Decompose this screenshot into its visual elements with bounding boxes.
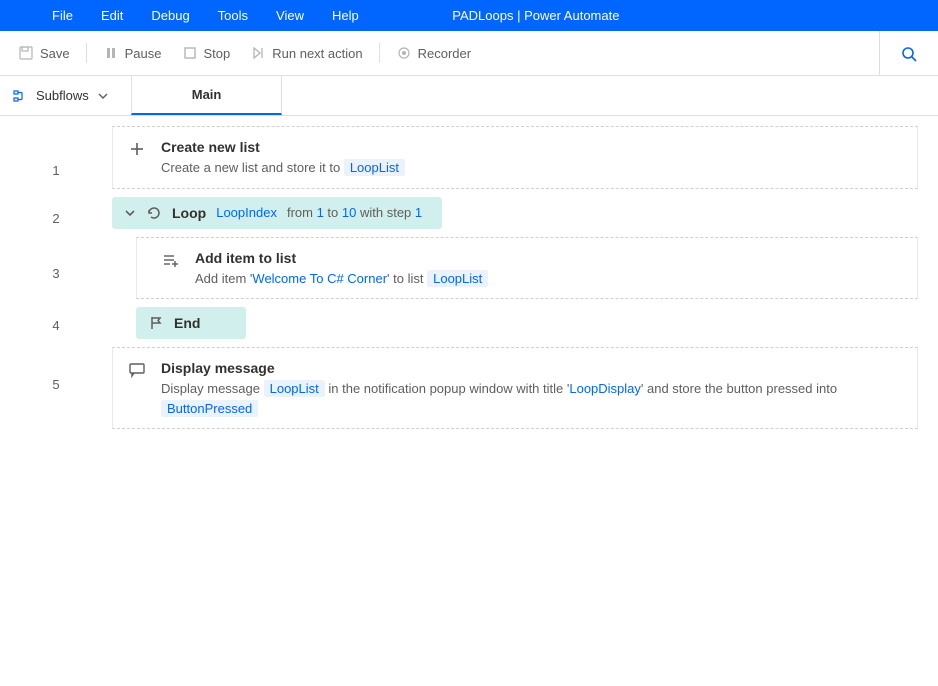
menu-debug[interactable]: Debug: [137, 2, 203, 29]
action-add-item[interactable]: Add item to list Add item 'Welcome To C#…: [136, 237, 918, 300]
to-word: to: [324, 205, 342, 220]
flow-canvas: Create new list Create a new list and st…: [112, 116, 938, 686]
action-title: Display message: [161, 358, 903, 379]
recorder-button[interactable]: Recorder: [386, 39, 481, 67]
item-value: Welcome To C# Corner: [252, 271, 387, 286]
window-title: PADLoops | Power Automate: [452, 8, 619, 23]
search-area: [879, 31, 918, 76]
loop-range: from 1 to 10 with step 1: [287, 205, 422, 220]
desc-mid2: ' and store the button pressed into: [641, 381, 837, 396]
action-body: Display message Display message LoopList…: [161, 358, 903, 418]
title-string: LoopDisplay: [569, 381, 641, 396]
stop-icon: [182, 45, 198, 61]
action-desc: Display message LoopList in the notifica…: [161, 379, 903, 418]
save-label: Save: [40, 46, 70, 61]
line-gutter: 1 2 3 4 5: [0, 116, 112, 686]
step-word: with step: [356, 205, 415, 220]
action-title: Add item to list: [195, 248, 903, 269]
loop-icon: [146, 205, 162, 221]
variable-chip[interactable]: ButtonPressed: [161, 400, 258, 417]
search-icon[interactable]: [900, 45, 918, 63]
message-icon: [127, 360, 147, 380]
separator: [379, 43, 380, 63]
loop-variable[interactable]: LoopIndex: [216, 205, 277, 220]
flag-icon: [148, 315, 164, 331]
variable-chip[interactable]: LoopList: [344, 159, 405, 176]
action-body: Create new list Create a new list and st…: [161, 137, 903, 178]
menu-edit[interactable]: Edit: [87, 2, 137, 29]
menu-help[interactable]: Help: [318, 2, 373, 29]
variable-chip[interactable]: LoopList: [264, 380, 325, 397]
end-title: End: [174, 315, 200, 331]
save-button[interactable]: Save: [8, 39, 80, 67]
menu-tools[interactable]: Tools: [204, 2, 262, 29]
pause-label: Pause: [125, 46, 162, 61]
run-next-button[interactable]: Run next action: [240, 39, 372, 67]
action-title: Create new list: [161, 137, 903, 158]
toolbar: Save Pause Stop Run next action Recorder: [0, 31, 938, 76]
variable-chip[interactable]: LoopList: [427, 270, 488, 287]
run-next-label: Run next action: [272, 46, 362, 61]
desc-mid1: in the notification popup window with ti…: [328, 381, 569, 396]
menu-items: File Edit Debug Tools View Help: [0, 2, 373, 29]
action-body: Add item to list Add item 'Welcome To C#…: [195, 248, 903, 289]
to-value: 10: [342, 205, 356, 220]
desc-text: Create a new list and store it to: [161, 160, 344, 175]
plus-icon: [127, 139, 147, 159]
stop-button[interactable]: Stop: [172, 39, 241, 67]
menu-file[interactable]: File: [38, 2, 87, 29]
from-value: 1: [317, 205, 324, 220]
stop-label: Stop: [204, 46, 231, 61]
recorder-label: Recorder: [418, 46, 471, 61]
subflows-dropdown[interactable]: Subflows: [0, 76, 123, 115]
action-create-list[interactable]: Create new list Create a new list and st…: [112, 126, 918, 189]
record-icon: [396, 45, 412, 61]
main-area: 1 2 3 4 5 Create new list Create a new l…: [0, 116, 938, 686]
separator: [86, 43, 87, 63]
menu-view[interactable]: View: [262, 2, 318, 29]
step-icon: [250, 45, 266, 61]
save-icon: [18, 45, 34, 61]
chevron-down-icon[interactable]: [124, 207, 136, 219]
add-list-icon: [161, 250, 181, 270]
from-word: from: [287, 205, 317, 220]
loop-title: Loop: [172, 205, 206, 221]
desc-pre: Display message: [161, 381, 264, 396]
subflows-label: Subflows: [36, 88, 89, 103]
pause-icon: [103, 45, 119, 61]
tab-main[interactable]: Main: [131, 76, 283, 115]
action-display-message[interactable]: Display message Display message LoopList…: [112, 347, 918, 429]
action-end[interactable]: End: [136, 307, 246, 339]
subflows-row: Subflows Main: [0, 76, 938, 116]
pause-button[interactable]: Pause: [93, 39, 172, 67]
desc-mid: ' to list: [387, 271, 427, 286]
action-desc: Add item 'Welcome To C# Corner' to list …: [195, 269, 903, 289]
action-desc: Create a new list and store it to LoopLi…: [161, 158, 903, 178]
step-value: 1: [415, 205, 422, 220]
menu-bar: File Edit Debug Tools View Help PADLoops…: [0, 0, 938, 31]
desc-pre: Add item ': [195, 271, 252, 286]
subflows-icon: [12, 88, 28, 104]
chevron-down-icon: [97, 90, 109, 102]
action-loop[interactable]: Loop LoopIndex from 1 to 10 with step 1: [112, 197, 442, 229]
